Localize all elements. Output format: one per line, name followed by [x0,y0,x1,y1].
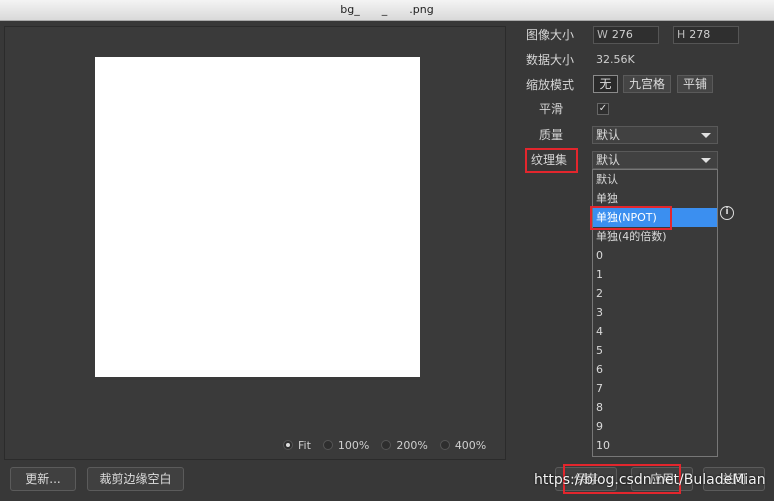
chevron-down-icon [701,133,711,138]
save-button[interactable]: 保存 [555,467,617,491]
zoom-200-option[interactable]: 200% [381,439,428,452]
scale-mode-label: 缩放模式 [526,78,575,92]
data-size-label: 数据大小 [526,53,575,67]
atlas-option-4[interactable]: 4 [593,322,717,341]
atlas-option-6[interactable]: 6 [593,360,717,379]
crop-whitespace-button[interactable]: 裁剪边缘空白 [87,467,184,491]
radio-icon [322,440,333,450]
atlas-option-5[interactable]: 5 [593,341,717,360]
atlas-option-single-npot[interactable]: 单独(NPOT) [593,208,717,227]
radio-icon [381,440,392,450]
atlas-option-1[interactable]: 1 [593,265,717,284]
atlas-label: 纹理集 [531,153,568,167]
scale-mode-nine-grid-button[interactable]: 九宫格 [623,75,671,93]
close-button[interactable]: 关闭 [703,467,765,491]
update-button[interactable]: 更新... [10,467,76,491]
atlas-option-single-mult4[interactable]: 单独(4的倍数) [593,227,717,246]
width-field[interactable]: W 276 [593,26,659,44]
zoom-100-option[interactable]: 100% [322,439,369,452]
atlas-option-10[interactable]: 10 [593,436,717,455]
data-size-value: 32.56K [596,53,635,66]
height-field[interactable]: H 278 [673,26,739,44]
scale-mode-none-button[interactable]: 无 [593,75,618,93]
radio-icon [439,440,450,450]
zoom-options: Fit 100% 200% 400% [283,437,486,453]
preview-panel: Fit 100% 200% 400% [4,26,506,460]
atlas-option-default[interactable]: 默认 [593,170,717,189]
radio-icon [283,440,293,450]
atlas-option-7[interactable]: 7 [593,379,717,398]
atlas-dropdown-list: 默认 单独 单独(NPOT) 单独(4的倍数) 0 1 2 3 4 5 6 7 … [592,169,718,457]
scale-mode-tile-button[interactable]: 平铺 [677,75,713,93]
window-title: bg_ _ .png [0,0,774,21]
apply-button[interactable]: 应用 [631,467,693,491]
preview-image [95,57,420,377]
zoom-fit-option[interactable]: Fit [283,439,311,452]
smooth-checkbox[interactable]: ✓ [597,103,609,115]
atlas-option-single[interactable]: 单独 [593,189,717,208]
atlas-select[interactable]: 默认 [592,151,718,169]
atlas-option-2[interactable]: 2 [593,284,717,303]
zoom-400-option[interactable]: 400% [439,439,486,452]
atlas-option-0[interactable]: 0 [593,246,717,265]
quality-select[interactable]: 默认 [592,126,718,144]
atlas-option-9[interactable]: 9 [593,417,717,436]
info-icon[interactable]: i [720,206,734,220]
image-size-label: 图像大小 [526,28,575,42]
atlas-option-8[interactable]: 8 [593,398,717,417]
quality-label: 质量 [539,128,564,142]
atlas-option-3[interactable]: 3 [593,303,717,322]
chevron-down-icon [701,158,711,163]
smooth-label: 平滑 [539,102,564,116]
